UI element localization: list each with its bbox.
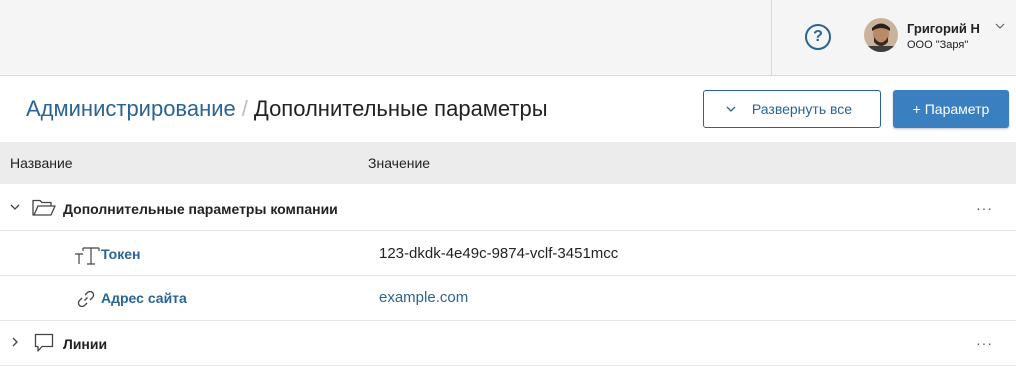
user-org: ООО "Заря" [907,39,969,51]
column-header-name[interactable]: Название [10,155,73,171]
user-name: Григорий Н [907,21,980,36]
text-type-icon [75,247,100,265]
table-header: Название Значение [0,142,1016,184]
breadcrumb: Администрирование / Дополнительные парамет… [26,96,548,122]
breadcrumb-admin-link[interactable]: Администрирование [26,96,236,121]
table-row-group[interactable]: Дополнительные параметры компании ··· [0,186,1016,231]
chevron-down-icon[interactable] [9,201,21,213]
help-icon[interactable]: ? [805,24,831,50]
user-menu[interactable]: Григорий Н ООО "Заря" [864,18,1014,58]
group-label: Линии [63,336,108,352]
chat-bubble-icon [34,333,54,352]
avatar [864,18,898,52]
chevron-right-icon[interactable] [9,336,21,348]
top-bar-divider [771,0,772,76]
more-actions-icon[interactable]: ··· [976,200,993,216]
expand-all-button[interactable]: Развернуть все [703,90,881,128]
top-bar: ? Григорий Н ООО "Заря" [0,0,1016,76]
add-parameter-label: + Параметр [912,101,990,117]
table-row[interactable]: Токен 123-dkdk-4e49c-9874-vclf-3451mcc [0,231,1016,276]
parameter-value-token: 123-dkdk-4e49c-9874-vclf-3451mcc [379,245,619,262]
table-row[interactable]: Адрес сайта example.com [0,276,1016,321]
link-icon [77,290,95,308]
parameter-value-site-link[interactable]: example.com [379,289,468,306]
parameter-label-site[interactable]: Адрес сайта [101,290,187,306]
parameter-label-token[interactable]: Токен [101,246,140,262]
folder-open-icon [32,199,56,216]
group-label: Дополнительные параметры компании [63,201,338,217]
add-parameter-button[interactable]: + Параметр [893,90,1009,128]
breadcrumb-separator: / [241,96,248,121]
table-row-group[interactable]: Линии ··· [0,321,1016,366]
chevron-down-icon [726,106,736,112]
column-header-value[interactable]: Значение [368,155,430,171]
page-title: Дополнительные параметры [253,96,548,121]
more-actions-icon[interactable]: ··· [976,335,993,351]
expand-all-label: Развернуть все [751,101,853,117]
chevron-down-icon [995,23,1005,29]
